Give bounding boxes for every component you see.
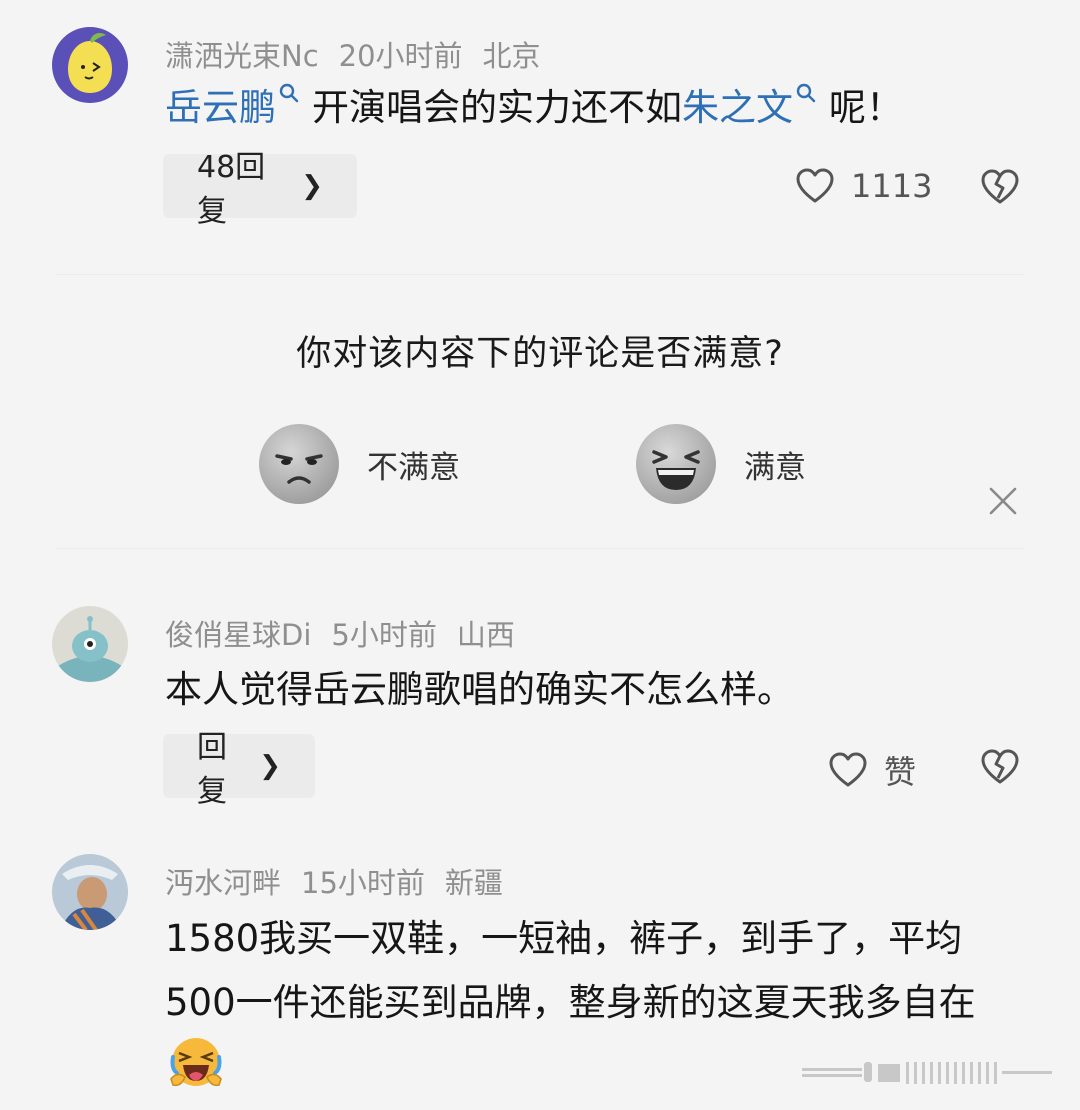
comment-text-end: 呢！ xyxy=(829,86,903,129)
heart-icon xyxy=(796,168,834,203)
username[interactable]: 潇洒光束Nc xyxy=(165,39,319,73)
chevron-right-icon: ❯ xyxy=(259,751,281,781)
reply-button[interactable]: 回复 ❯ xyxy=(163,730,315,809)
divider xyxy=(55,548,1025,549)
search-link-yueyunpeng[interactable]: 岳云鹏 xyxy=(165,86,276,129)
timestamp: 15小时前 xyxy=(301,866,425,900)
view-replies-button[interactable]: 48回复 ❯ xyxy=(163,150,357,229)
like-button[interactable]: 1113 xyxy=(795,167,932,205)
username[interactable]: 沔水河畔 xyxy=(165,866,281,900)
location: 新疆 xyxy=(444,866,503,900)
avatar[interactable] xyxy=(52,854,128,930)
location: 北京 xyxy=(482,39,541,73)
unhappy-face-icon xyxy=(259,424,339,504)
comment-meta: 沔水河畔 15小时前 新疆 xyxy=(165,860,523,902)
like-count: 1113 xyxy=(851,167,933,205)
survey-question: 你对该内容下的评论是否满意? xyxy=(296,334,784,374)
option-unsatisfied[interactable]: 不满意 xyxy=(257,422,460,506)
watermark-logo xyxy=(802,1062,1052,1084)
lemon-avatar-icon xyxy=(52,27,128,103)
laughing-face-icon xyxy=(636,424,716,504)
timestamp: 20小时前 xyxy=(338,39,463,73)
comment-meta: 潇洒光束Nc 20小时前 北京 xyxy=(165,33,561,75)
like-button[interactable]: 赞 xyxy=(828,747,916,793)
option-satisfied[interactable]: 满意 xyxy=(634,422,806,506)
comment-meta: 俊俏星球Di 5小时前 山西 xyxy=(165,612,535,654)
timestamp: 5小时前 xyxy=(331,618,437,652)
comment-text: 本人觉得岳云鹏歌唱的确实不怎么样。 xyxy=(165,668,794,711)
reply-label: 回复 xyxy=(197,730,227,809)
comment-1: 潇洒光束Nc 20小时前 北京 岳云鹏 开演唱会的实力还不如朱之文 呢！ 48回复 ❯ 1… xyxy=(0,0,1080,270)
option-satisfied-label: 满意 xyxy=(744,449,806,486)
alien-avatar-icon xyxy=(52,606,128,682)
laughing-emoji xyxy=(170,1038,222,1087)
photo-avatar-icon xyxy=(52,854,128,930)
search-icon xyxy=(796,83,816,103)
search-icon xyxy=(279,83,299,103)
reply-count-label: 48回复 xyxy=(197,150,266,229)
location: 山西 xyxy=(456,618,515,652)
broken-heart-icon[interactable] xyxy=(980,748,1020,786)
broken-heart-icon[interactable] xyxy=(980,168,1020,206)
comment-text-middle: 开演唱会的实力还不如 xyxy=(312,86,682,129)
comment-text: 岳云鹏 开演唱会的实力还不如朱之文 呢！ xyxy=(165,78,1020,138)
divider xyxy=(55,274,1025,275)
username[interactable]: 俊俏星球Di xyxy=(165,618,311,652)
like-label: 赞 xyxy=(884,753,917,791)
search-link-zhuzhiwen[interactable]: 朱之文 xyxy=(682,86,793,129)
heart-icon xyxy=(829,752,867,787)
avatar[interactable] xyxy=(52,27,128,103)
close-icon[interactable] xyxy=(987,485,1019,517)
chevron-right-icon: ❯ xyxy=(301,171,323,201)
comment-text-content: 1580我买一双鞋，一短袖，裤子，到手了，平均500一件还能买到品牌，整身新的这… xyxy=(165,917,976,1024)
option-unsatisfied-label: 不满意 xyxy=(367,449,460,486)
avatar[interactable] xyxy=(52,606,128,682)
